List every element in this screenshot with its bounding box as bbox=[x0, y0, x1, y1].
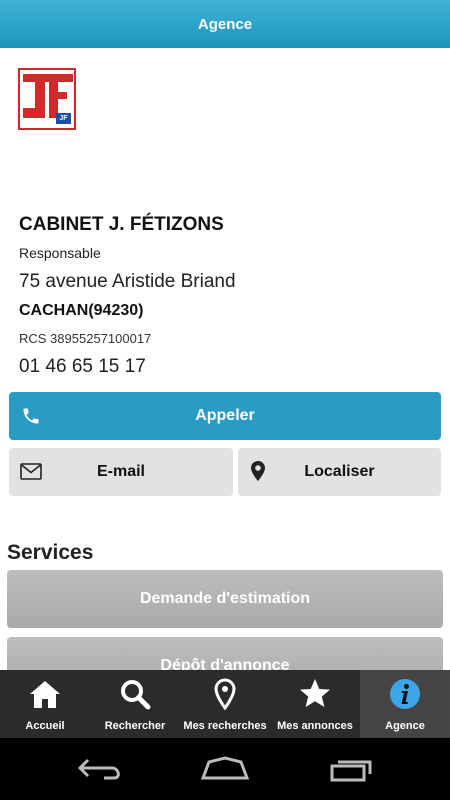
agency-logo: JF bbox=[18, 68, 76, 130]
home-nav-icon[interactable] bbox=[200, 756, 250, 782]
logo-mini-text: JF bbox=[56, 113, 71, 124]
back-icon[interactable] bbox=[76, 756, 126, 782]
tab-label: Mes annonces bbox=[277, 720, 353, 732]
agency-role: Responsable bbox=[19, 245, 101, 261]
agency-rcs: RCS 38955257100017 bbox=[19, 331, 152, 346]
system-nav-bar bbox=[0, 738, 450, 800]
search-icon bbox=[117, 676, 153, 712]
bottom-tab-bar: Accueil Rechercher Mes recherches Mes an… bbox=[0, 670, 450, 738]
star-icon bbox=[297, 676, 333, 712]
envelope-icon bbox=[20, 463, 42, 480]
map-pin-icon bbox=[207, 676, 243, 712]
tab-label: Mes recherches bbox=[183, 720, 267, 732]
email-button[interactable]: E-mail bbox=[9, 448, 233, 496]
call-button-label: Appeler bbox=[195, 407, 255, 424]
email-button-label: E-mail bbox=[96, 463, 145, 480]
tab-label: Accueil bbox=[25, 720, 65, 732]
top-bar: Agence bbox=[0, 0, 450, 48]
home-icon bbox=[27, 676, 63, 712]
tab-accueil[interactable]: Accueil bbox=[0, 670, 90, 738]
tab-mes-annonces[interactable]: Mes annonces bbox=[270, 670, 360, 738]
tab-rechercher[interactable]: Rechercher bbox=[90, 670, 180, 738]
phone-icon bbox=[23, 408, 39, 424]
tab-label: Agence bbox=[385, 720, 425, 732]
tab-label: Rechercher bbox=[104, 720, 166, 732]
locate-button[interactable]: Localiser bbox=[238, 448, 441, 496]
call-button[interactable]: Appeler bbox=[9, 392, 441, 440]
map-marker-icon bbox=[251, 461, 265, 481]
agency-name: CABINET J. FÉTIZONS bbox=[19, 214, 224, 235]
info-icon bbox=[387, 676, 423, 712]
agency-phone: 01 46 65 15 17 bbox=[19, 356, 146, 377]
tab-mes-recherches[interactable]: Mes recherches bbox=[180, 670, 270, 738]
agency-city: CACHAN(94230) bbox=[19, 302, 144, 319]
services-heading: Services bbox=[7, 541, 94, 564]
locate-button-label: Localiser bbox=[304, 463, 375, 480]
agency-street: 75 avenue Aristide Briand bbox=[19, 271, 236, 292]
tab-agence[interactable]: Agence bbox=[360, 670, 450, 738]
estimation-request-button[interactable]: Demande d'estimation bbox=[7, 570, 443, 628]
recent-apps-icon[interactable] bbox=[326, 756, 376, 782]
page-title: Agence bbox=[197, 15, 253, 33]
